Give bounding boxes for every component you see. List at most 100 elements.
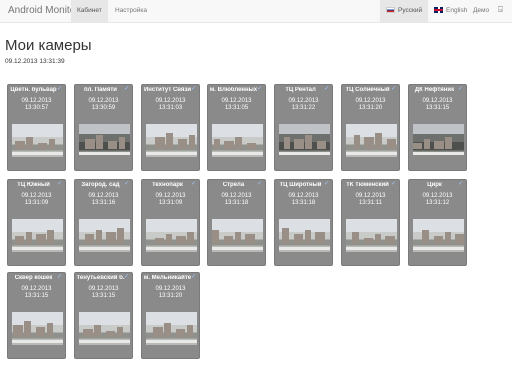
building-shape: [85, 234, 94, 244]
building-shape: [284, 137, 290, 149]
camera-time: 13:31:20: [158, 293, 183, 299]
check-icon[interactable]: ✓: [458, 86, 465, 92]
camera-snapshot[interactable]: [12, 312, 63, 345]
building-shape: [224, 141, 234, 149]
camera-name: ТК Тюменский: [346, 182, 389, 188]
check-icon[interactable]: ✓: [124, 181, 131, 187]
camera-time: 13:31:05: [224, 105, 249, 111]
camera-snapshot[interactable]: [79, 312, 130, 345]
check-icon[interactable]: ✓: [257, 181, 264, 187]
camera-card[interactable]: ТЦ Широтный ✓ 09.12.2013 13:31:18: [274, 179, 333, 266]
building-shape: [282, 228, 289, 244]
check-icon[interactable]: ✓: [191, 274, 198, 280]
building-shape: [212, 230, 219, 244]
check-icon[interactable]: ✓: [57, 274, 64, 280]
camera-snapshot[interactable]: [212, 124, 263, 157]
check-icon[interactable]: ✓: [57, 181, 64, 187]
camera-card[interactable]: м. Мельникайте ✓ 09.12.2013 13:31:20: [141, 272, 200, 359]
road-shape: [12, 340, 63, 343]
camera-date: 09.12.2013: [88, 286, 119, 292]
road-shape: [279, 247, 330, 250]
camera-snapshot[interactable]: [346, 124, 397, 157]
camera-snapshot[interactable]: [279, 124, 330, 157]
check-icon[interactable]: ✓: [57, 86, 64, 92]
camera-card[interactable]: Сквер кошек ✓ 09.12.2013 13:31:15: [7, 272, 66, 359]
building-shape: [119, 137, 125, 149]
camera-time: 13:31:12: [425, 200, 450, 206]
camera-name: Цветн. бульвар: [10, 87, 57, 93]
camera-name: Стрела: [222, 182, 245, 188]
camera-card[interactable]: ТК Тюменский ✓ 09.12.2013 13:31:11: [341, 179, 400, 266]
camera-time: 13:31:03: [158, 105, 183, 111]
check-icon[interactable]: ✓: [124, 86, 131, 92]
camera-card[interactable]: Стрела ✓ 09.12.2013 13:31:18: [207, 179, 266, 266]
camera-card[interactable]: ТЦ Солнечный ✓ 09.12.2013 13:31:20: [341, 84, 400, 171]
check-icon[interactable]: ✓: [191, 181, 198, 187]
camera-snapshot[interactable]: [79, 124, 130, 157]
road-shape: [146, 340, 197, 343]
camera-card[interactable]: Загород. сад ✓ 09.12.2013 13:31:16: [74, 179, 133, 266]
building-shape: [155, 137, 165, 149]
camera-snapshot[interactable]: [79, 219, 130, 252]
check-icon[interactable]: ✓: [391, 86, 398, 92]
road-shape: [12, 247, 63, 250]
building-shape: [47, 230, 54, 244]
camera-date: 09.12.2013: [221, 193, 252, 199]
camera-card[interactable]: пл. Памяти ✓ 09.12.2013 13:30:59: [74, 84, 133, 171]
camera-date: 09.12.2013: [288, 98, 319, 104]
check-icon[interactable]: ✓: [324, 86, 331, 92]
road-shape: [279, 152, 330, 155]
camera-card[interactable]: Технопарк ✓ 09.12.2013 13:31:09: [141, 179, 200, 266]
camera-snapshot[interactable]: [279, 219, 330, 252]
check-icon[interactable]: ✓: [257, 86, 264, 92]
camera-date: 09.12.2013: [21, 286, 52, 292]
camera-time: 13:31:09: [158, 200, 183, 206]
camera-snapshot[interactable]: [12, 124, 63, 157]
building-shape: [15, 141, 25, 149]
building-shape: [176, 236, 186, 244]
building-shape: [387, 139, 396, 149]
building-shape: [106, 331, 115, 337]
building-shape: [315, 232, 325, 244]
building-shape: [375, 234, 381, 244]
road-shape: [146, 152, 197, 155]
camera-card[interactable]: ТЦ Южный ✓ 09.12.2013 13:31:09: [7, 179, 66, 266]
building-shape: [176, 329, 185, 337]
camera-snapshot[interactable]: [146, 124, 197, 157]
check-icon[interactable]: ✓: [391, 181, 398, 187]
road-shape: [79, 340, 130, 343]
building-shape: [434, 141, 444, 149]
camera-snapshot[interactable]: [12, 219, 63, 252]
camera-card[interactable]: Цветн. бульвар ✓ 09.12.2013 13:30:57: [7, 84, 66, 171]
building-shape: [445, 137, 452, 149]
building-shape: [445, 232, 451, 244]
camera-snapshot[interactable]: [212, 219, 263, 252]
camera-time: 13:31:20: [358, 105, 383, 111]
camera-time: 13:31:22: [291, 105, 316, 111]
camera-snapshot[interactable]: [346, 219, 397, 252]
camera-card[interactable]: Цирк ✓ 09.12.2013 13:31:12: [408, 179, 467, 266]
building-shape: [106, 232, 116, 244]
check-icon[interactable]: ✓: [324, 181, 331, 187]
building-shape: [245, 234, 255, 244]
camera-card[interactable]: м. Влюбленных ✓ 09.12.2013 13:31:05: [207, 84, 266, 171]
camera-snapshot[interactable]: [146, 219, 197, 252]
check-icon[interactable]: ✓: [124, 274, 131, 280]
camera-card[interactable]: ТЦ Рентал ✓ 09.12.2013 13:31:22: [274, 84, 333, 171]
camera-snapshot[interactable]: [146, 312, 197, 345]
camera-snapshot[interactable]: [413, 124, 464, 157]
camera-card[interactable]: ДК Нефтяник ✓ 09.12.2013 13:31:15: [408, 84, 467, 171]
building-shape: [36, 327, 45, 337]
check-icon[interactable]: ✓: [191, 86, 198, 92]
building-shape: [317, 141, 326, 149]
camera-card[interactable]: Тенутьевский б. ✓ 09.12.2013 13:31:15: [74, 272, 133, 359]
road-shape: [212, 152, 263, 155]
camera-snapshot[interactable]: [413, 219, 464, 252]
camera-card[interactable]: Институт Связи ✓ 09.12.2013 13:31:03: [141, 84, 200, 171]
road-shape: [212, 247, 263, 250]
road-shape: [413, 152, 464, 155]
building-shape: [235, 137, 242, 149]
check-icon[interactable]: ✓: [458, 181, 465, 187]
building-shape: [235, 232, 241, 244]
camera-date: 09.12.2013: [88, 193, 119, 199]
